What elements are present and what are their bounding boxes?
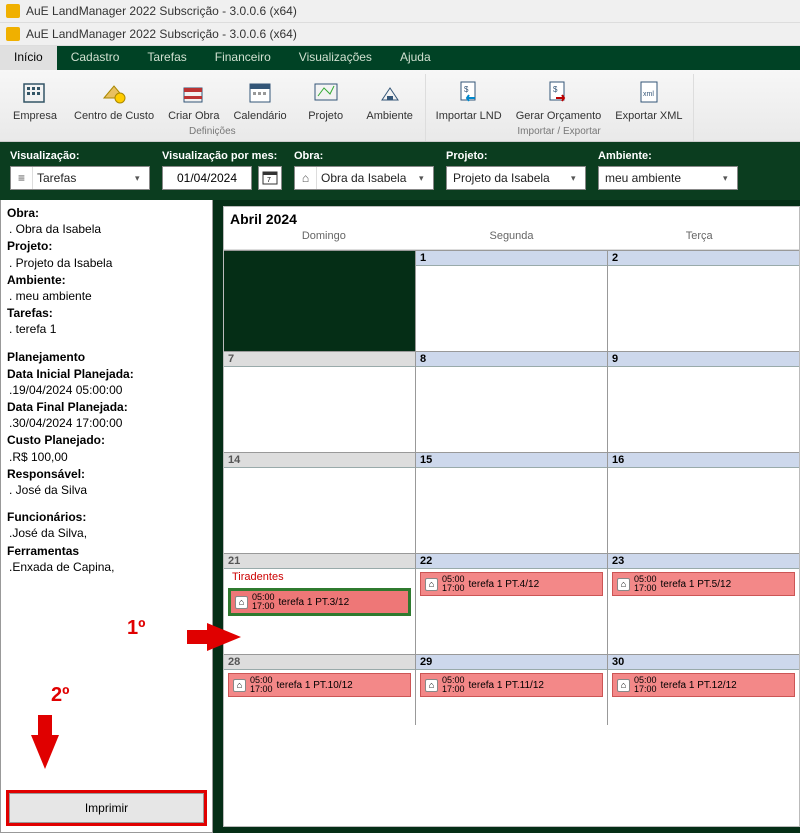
create-work-icon: [178, 76, 210, 108]
projeto-label: Projeto:: [446, 150, 586, 162]
ambiente-button[interactable]: Ambiente: [365, 76, 415, 122]
chevron-down-icon: ▾: [419, 173, 433, 184]
tab-ajuda[interactable]: Ajuda: [386, 46, 445, 70]
home-icon: ⌂: [425, 578, 438, 591]
xml-icon: xml: [633, 76, 665, 108]
calendar-cell[interactable]: 22 ⌂ 05:0017:00 terefa 1 PT.4/12: [416, 554, 608, 654]
chevron-down-icon: ▾: [571, 173, 585, 184]
holiday-label: Tiradentes: [224, 569, 415, 585]
menubar: Início Cadastro Tarefas Financeiro Visua…: [0, 46, 800, 70]
calendar-picker-button[interactable]: 7: [258, 166, 282, 190]
details-sidebar: Obra:. Obra da Isabela Projeto:. Projeto…: [0, 200, 213, 833]
svg-text:7: 7: [267, 177, 271, 184]
obra-label: Obra:: [294, 150, 434, 162]
window-title-2: AuE LandManager 2022 Subscrição - 3.0.0.…: [26, 27, 297, 41]
importar-lnd-button[interactable]: $Importar LND: [436, 76, 502, 122]
tab-financeiro[interactable]: Financeiro: [201, 46, 285, 70]
tab-visualizacoes[interactable]: Visualizações: [285, 46, 386, 70]
annotation-2: 2º: [51, 682, 69, 709]
calendar-cell[interactable]: 14: [224, 453, 416, 553]
calendar-cell[interactable]: 21 Tiradentes ⌂ 05:0017:00 terefa 1 PT.3…: [224, 554, 416, 654]
calendar-cell[interactable]: 28 ⌂ 05:0017:00 terefa 1 PT.10/12: [224, 655, 416, 725]
cost-center-icon: [98, 76, 130, 108]
calendar-event-selected[interactable]: ⌂ 05:0017:00 terefa 1 PT.3/12: [228, 588, 411, 616]
empresa-button[interactable]: Empresa: [10, 76, 60, 122]
project-icon: [310, 76, 342, 108]
month-input[interactable]: [162, 166, 252, 190]
calendar-icon: [244, 76, 276, 108]
tab-inicio[interactable]: Início: [0, 46, 57, 70]
list-icon: ≡: [11, 167, 33, 189]
calendar-event[interactable]: ⌂ 05:0017:00 terefa 1 PT.5/12: [612, 572, 795, 596]
calendar-month: Abril 2024: [230, 211, 793, 227]
window-titlebar-2: AuE LandManager 2022 Subscrição - 3.0.0.…: [0, 23, 800, 46]
calendar-panel: Abril 2024 Domingo Segunda Terça 1 2 7 8…: [213, 200, 800, 833]
calendar-event[interactable]: ⌂ 05:0017:00 terefa 1 PT.11/12: [420, 673, 603, 697]
vis-mes-label: Visualização por mes:: [162, 150, 282, 162]
ambiente-label: Ambiente:: [598, 150, 738, 162]
budget-icon: $: [542, 76, 574, 108]
imprimir-button[interactable]: Imprimir: [9, 793, 204, 823]
chevron-down-icon: ▾: [135, 173, 149, 184]
calendar-cell[interactable]: 23 ⌂ 05:0017:00 terefa 1 PT.5/12: [608, 554, 799, 654]
import-icon: $: [453, 76, 485, 108]
environment-icon: [374, 76, 406, 108]
ribbon-group-definicoes: Empresa Centro de Custo Criar Obra Calen…: [0, 74, 426, 141]
building-icon: [19, 76, 51, 108]
svg-text:$: $: [464, 85, 469, 94]
calendar-cell[interactable]: 30 ⌂ 05:0017:00 terefa 1 PT.12/12: [608, 655, 799, 725]
visualizacao-label: Visualização:: [10, 150, 150, 162]
calendar-cell[interactable]: 16: [608, 453, 799, 553]
app-icon: [6, 4, 20, 18]
obra-select[interactable]: ⌂ Obra da Isabela ▾: [294, 166, 434, 190]
calendar-cell[interactable]: 9: [608, 352, 799, 452]
window-titlebar-1: AuE LandManager 2022 Subscrição - 3.0.0.…: [0, 0, 800, 23]
home-icon: ⌂: [617, 578, 630, 591]
criar-obra-button[interactable]: Criar Obra: [168, 76, 219, 122]
content-area: Obra:. Obra da Isabela Projeto:. Projeto…: [0, 200, 800, 833]
tab-tarefas[interactable]: Tarefas: [133, 46, 200, 70]
tab-cadastro[interactable]: Cadastro: [57, 46, 134, 70]
calendar-cell[interactable]: 2: [608, 251, 799, 351]
home-icon: ⌂: [617, 679, 630, 692]
calendar-event[interactable]: ⌂ 05:0017:00 terefa 1 PT.10/12: [228, 673, 411, 697]
centro-custo-button[interactable]: Centro de Custo: [74, 76, 154, 122]
arrow-down-icon: [31, 735, 59, 769]
home-icon: ⌂: [233, 679, 246, 692]
exportar-xml-button[interactable]: xmlExportar XML: [615, 76, 682, 122]
window-title-1: AuE LandManager 2022 Subscrição - 3.0.0.…: [26, 4, 297, 18]
calendar-cell[interactable]: 29 ⌂ 05:0017:00 terefa 1 PT.11/12: [416, 655, 608, 725]
ribbon: Empresa Centro de Custo Criar Obra Calen…: [0, 70, 800, 142]
calendar-cell[interactable]: 1: [416, 251, 608, 351]
calendar-cell[interactable]: 7: [224, 352, 416, 452]
calendar-cell[interactable]: 8: [416, 352, 608, 452]
filter-bar: Visualização: ≡ Tarefas ▾ Visualização p…: [0, 142, 800, 200]
app-icon: [6, 27, 20, 41]
svg-text:xml: xml: [643, 91, 654, 98]
calendario-button[interactable]: Calendário: [233, 76, 286, 122]
calendar-event[interactable]: ⌂ 05:0017:00 terefa 1 PT.12/12: [612, 673, 795, 697]
ambiente-select[interactable]: meu ambiente ▾: [598, 166, 738, 190]
svg-text:$: $: [553, 85, 558, 94]
gerar-orcamento-button[interactable]: $Gerar Orçamento: [516, 76, 602, 122]
chevron-down-icon: ▾: [723, 173, 737, 184]
calendar-event[interactable]: ⌂ 05:0017:00 terefa 1 PT.4/12: [420, 572, 603, 596]
projeto-button[interactable]: Projeto: [301, 76, 351, 122]
projeto-select[interactable]: Projeto da Isabela ▾: [446, 166, 586, 190]
home-icon: ⌂: [425, 679, 438, 692]
calendar-cell[interactable]: 15: [416, 453, 608, 553]
home-icon: ⌂: [235, 596, 248, 609]
visualizacao-select[interactable]: ≡ Tarefas ▾: [10, 166, 150, 190]
home-icon: ⌂: [295, 167, 317, 189]
ribbon-group-importexport: $Importar LND $Gerar Orçamento xmlExport…: [426, 74, 694, 141]
calendar-cell[interactable]: [224, 251, 416, 351]
